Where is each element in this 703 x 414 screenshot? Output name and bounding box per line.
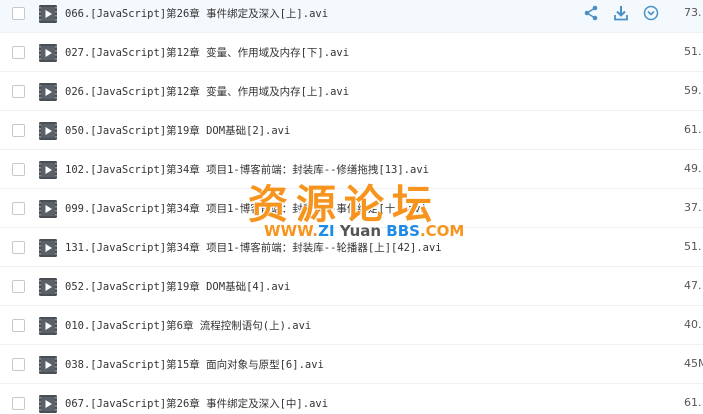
file-row[interactable]: 067.[JavaScript]第26章 事件绑定及深入[中].avi 61.: [0, 384, 703, 414]
file-size: 45M: [684, 357, 703, 370]
file-name[interactable]: 067.[JavaScript]第26章 事件绑定及深入[中].avi: [65, 396, 328, 411]
row-actions: [580, 0, 670, 26]
video-file-icon: [39, 5, 57, 23]
video-file-icon: [39, 278, 57, 296]
row-checkbox[interactable]: [12, 46, 25, 59]
video-file-icon: [39, 356, 57, 374]
row-checkbox[interactable]: [12, 319, 25, 332]
row-checkbox[interactable]: [12, 7, 25, 20]
file-size: 73.: [684, 6, 702, 19]
download-icon[interactable]: [610, 2, 632, 24]
video-file-icon: [39, 200, 57, 218]
row-checkbox[interactable]: [12, 85, 25, 98]
file-row[interactable]: 050.[JavaScript]第19章 DOM基础[2].avi 61.: [0, 111, 703, 150]
chevron-down-circle-icon[interactable]: [640, 2, 662, 24]
video-file-icon: [39, 317, 57, 335]
file-row[interactable]: 102.[JavaScript]第34章 项目1-博客前端：封装库--修缮拖拽[…: [0, 150, 703, 189]
file-row[interactable]: 026.[JavaScript]第12章 变量、作用域及内存[上].avi 59…: [0, 72, 703, 111]
row-checkbox[interactable]: [12, 163, 25, 176]
file-name[interactable]: 038.[JavaScript]第15章 面向对象与原型[6].avi: [65, 357, 324, 372]
file-name[interactable]: 052.[JavaScript]第19章 DOM基础[4].avi: [65, 279, 290, 294]
file-name[interactable]: 102.[JavaScript]第34章 项目1-博客前端：封装库--修缮拖拽[…: [65, 162, 429, 177]
video-file-icon: [39, 83, 57, 101]
video-file-icon: [39, 395, 57, 413]
file-list: 066.[JavaScript]第26章 事件绑定及深入[上].avi 73. …: [0, 0, 703, 414]
file-name[interactable]: 050.[JavaScript]第19章 DOM基础[2].avi: [65, 123, 290, 138]
file-size: 40.: [684, 318, 702, 331]
file-name[interactable]: 099.[JavaScript]第34章 项目1-博客前端：封装库--事件绑定[…: [65, 201, 427, 216]
video-file-icon: [39, 44, 57, 62]
file-size: 51.: [684, 240, 702, 253]
file-row[interactable]: 027.[JavaScript]第12章 变量、作用域及内存[下].avi 51…: [0, 33, 703, 72]
file-name[interactable]: 010.[JavaScript]第6章 流程控制语句(上).avi: [65, 318, 311, 333]
video-file-icon: [39, 239, 57, 257]
row-checkbox[interactable]: [12, 397, 25, 410]
video-file-icon: [39, 122, 57, 140]
file-size: 61.: [684, 123, 702, 136]
file-name[interactable]: 026.[JavaScript]第12章 变量、作用域及内存[上].avi: [65, 84, 349, 99]
file-row[interactable]: 052.[JavaScript]第19章 DOM基础[4].avi 47.: [0, 267, 703, 306]
file-size: 47.: [684, 279, 702, 292]
file-size: 49.: [684, 162, 702, 175]
file-size: 51.: [684, 45, 702, 58]
file-row[interactable]: 066.[JavaScript]第26章 事件绑定及深入[上].avi 73.: [0, 0, 703, 33]
row-checkbox[interactable]: [12, 280, 25, 293]
file-size: 37.: [684, 201, 702, 214]
row-checkbox[interactable]: [12, 124, 25, 137]
video-file-icon: [39, 161, 57, 179]
row-checkbox[interactable]: [12, 241, 25, 254]
file-row[interactable]: 010.[JavaScript]第6章 流程控制语句(上).avi 40.: [0, 306, 703, 345]
file-row[interactable]: 131.[JavaScript]第34章 项目1-博客前端：封装库--轮播器[上…: [0, 228, 703, 267]
file-size: 59.: [684, 84, 702, 97]
file-name[interactable]: 131.[JavaScript]第34章 项目1-博客前端：封装库--轮播器[上…: [65, 240, 442, 255]
file-row[interactable]: 038.[JavaScript]第15章 面向对象与原型[6].avi 45M: [0, 345, 703, 384]
file-size: 61.: [684, 396, 702, 409]
file-name[interactable]: 027.[JavaScript]第12章 变量、作用域及内存[下].avi: [65, 45, 349, 60]
file-row[interactable]: 099.[JavaScript]第34章 项目1-博客前端：封装库--事件绑定[…: [0, 189, 703, 228]
share-icon[interactable]: [580, 2, 602, 24]
file-name[interactable]: 066.[JavaScript]第26章 事件绑定及深入[上].avi: [65, 6, 328, 21]
row-checkbox[interactable]: [12, 202, 25, 215]
row-checkbox[interactable]: [12, 358, 25, 371]
